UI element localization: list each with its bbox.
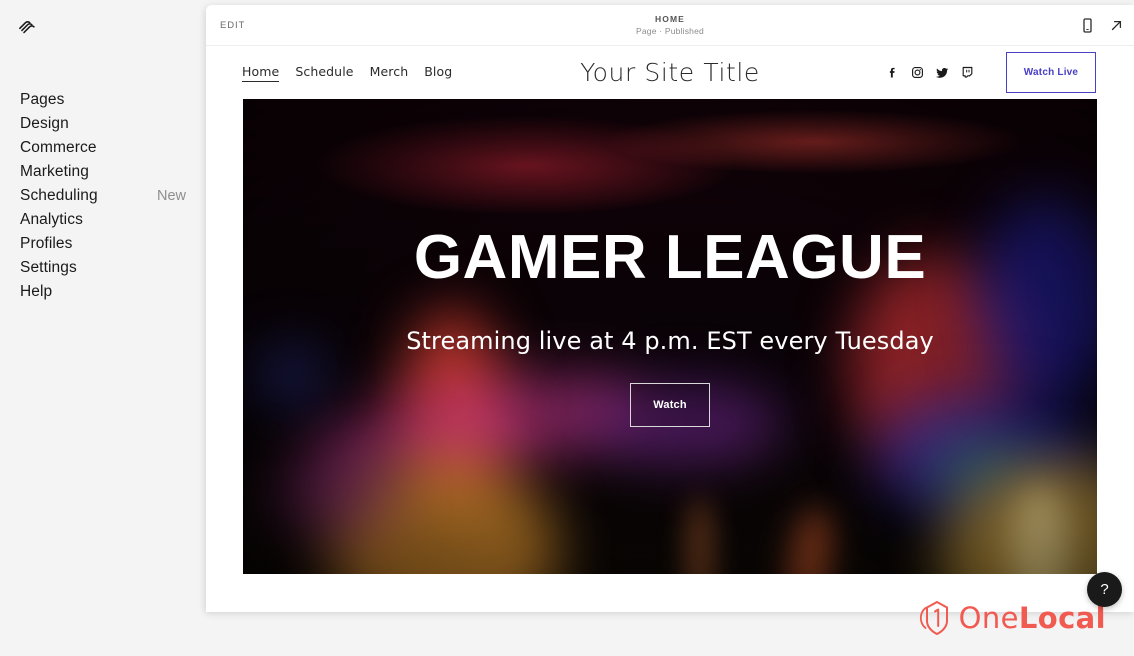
help-button-label: ? xyxy=(1100,581,1109,598)
edit-button-label: EDIT xyxy=(220,20,246,31)
sidebar-item-label: Marketing xyxy=(20,163,89,181)
hero-section: GAMER LEAGUE Streaming live at 4 p.m. ES… xyxy=(243,99,1097,574)
help-button[interactable]: ? xyxy=(1087,572,1122,607)
page-title: HOME xyxy=(655,14,685,24)
onelocal-word-one: One xyxy=(958,600,1019,635)
sidebar-item-analytics[interactable]: Analytics xyxy=(0,208,206,232)
site-nav-item-home[interactable]: Home xyxy=(242,64,280,82)
sidebar-item-label: Profiles xyxy=(20,235,73,253)
site-preview-panel: EDIT HOME Page · Published Home Schedule… xyxy=(206,5,1134,612)
sidebar-item-label: Design xyxy=(20,115,69,133)
site-nav-item-merch[interactable]: Merch xyxy=(370,64,409,81)
site-nav-item-blog[interactable]: Blog xyxy=(424,64,452,81)
watch-live-label: Watch Live xyxy=(1023,67,1079,78)
site-nav: Home Schedule Merch Blog xyxy=(242,64,452,82)
watch-live-button[interactable]: Watch Live xyxy=(1006,52,1096,93)
sidebar-item-scheduling[interactable]: Scheduling New xyxy=(0,184,206,208)
mobile-view-icon[interactable] xyxy=(1080,17,1095,34)
squarespace-logo-icon[interactable] xyxy=(17,17,37,37)
onelocal-word-local: Local xyxy=(1018,600,1106,635)
onelocal-wordmark: OneLocal xyxy=(958,600,1106,635)
app-root: Pages Design Commerce Marketing Scheduli… xyxy=(0,0,1134,656)
sidebar-item-marketing[interactable]: Marketing xyxy=(0,160,206,184)
editor-toolbar: EDIT HOME Page · Published xyxy=(206,5,1134,46)
sidebar-item-design[interactable]: Design xyxy=(0,112,206,136)
twitch-icon[interactable] xyxy=(961,66,974,79)
hero-title: GAMER LEAGUE xyxy=(413,223,927,292)
sidebar-item-label: Commerce xyxy=(20,139,97,157)
onelocal-logo-icon xyxy=(919,598,955,638)
hero-watch-label: Watch xyxy=(653,399,687,411)
sidebar-item-label: Scheduling xyxy=(20,187,98,205)
sidebar-item-label: Analytics xyxy=(20,211,83,229)
editor-toolbar-icons xyxy=(1080,5,1124,46)
onelocal-watermark: OneLocal xyxy=(919,598,1106,638)
sidebar-item-label: Pages xyxy=(20,91,65,109)
instagram-icon[interactable] xyxy=(911,66,924,79)
sidebar-item-help[interactable]: Help xyxy=(0,280,206,304)
sidebar: Pages Design Commerce Marketing Scheduli… xyxy=(0,0,206,656)
sidebar-item-commerce[interactable]: Commerce xyxy=(0,136,206,160)
page-status: HOME Page · Published xyxy=(206,13,1134,37)
hero-watch-button[interactable]: Watch xyxy=(630,383,710,427)
open-external-icon[interactable] xyxy=(1109,17,1124,34)
sidebar-item-label: Settings xyxy=(20,259,77,277)
sidebar-item-pages[interactable]: Pages xyxy=(0,88,206,112)
page-subtitle: Page · Published xyxy=(636,26,704,36)
site-nav-item-schedule[interactable]: Schedule xyxy=(295,64,353,81)
sidebar-item-profiles[interactable]: Profiles xyxy=(0,232,206,256)
twitter-icon[interactable] xyxy=(936,66,949,79)
social-links xyxy=(886,66,974,79)
sidebar-nav: Pages Design Commerce Marketing Scheduli… xyxy=(0,88,206,304)
hero-subtitle: Streaming live at 4 p.m. EST every Tuesd… xyxy=(406,327,934,355)
sidebar-item-label: Help xyxy=(20,283,53,301)
sidebar-item-settings[interactable]: Settings xyxy=(0,256,206,280)
facebook-icon[interactable] xyxy=(886,66,899,79)
edit-button[interactable]: EDIT xyxy=(220,5,245,46)
site-header: Home Schedule Merch Blog Your Site Title xyxy=(206,46,1134,99)
hero-content: GAMER LEAGUE Streaming live at 4 p.m. ES… xyxy=(243,99,1097,574)
sidebar-item-badge: New xyxy=(156,187,186,204)
